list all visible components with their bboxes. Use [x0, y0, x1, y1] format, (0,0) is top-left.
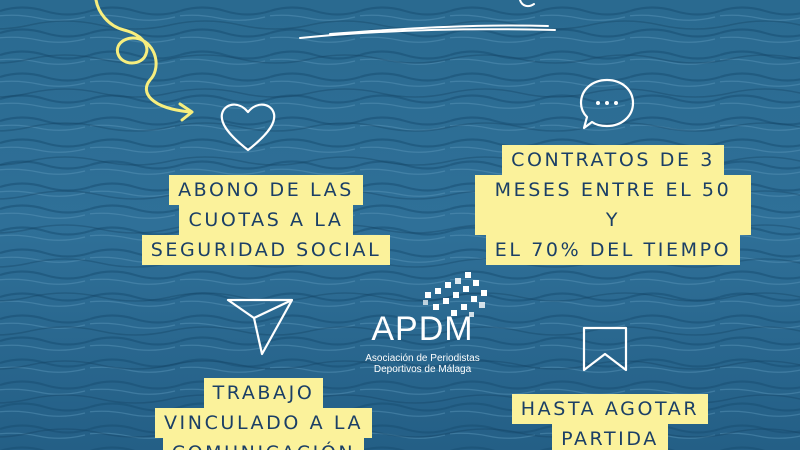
logo-subtitle-line: Deportivos de Málaga [373, 364, 472, 375]
benefit-line: CUOTAS A LA [179, 205, 353, 235]
benefit-line: PARTIDA [552, 424, 668, 450]
benefit-line: HASTA AGOTAR [511, 394, 709, 424]
benefit-line: CONTRATOS DE 3 [502, 145, 724, 175]
benefit-label-hasta: HASTA AGOTAR PARTIDA [490, 394, 730, 450]
logo-subtitle-line: Asociación de Periodistas [365, 353, 480, 364]
benefit-line: SEGURIDAD SOCIAL [141, 235, 391, 265]
benefit-line: MESES ENTRE EL 50 Y [475, 175, 751, 235]
logo-name: APDM [371, 310, 474, 348]
benefit-label-contratos: CONTRATOS DE 3 MESES ENTRE EL 50 Y EL 70… [475, 145, 751, 265]
benefit-label-trabajo: TRABAJO VINCULADO A LA COMUNICACIÓN [141, 378, 386, 450]
benefit-line: EL 70% DEL TIEMPO [485, 235, 741, 265]
benefit-line: TRABAJO [203, 378, 324, 408]
benefit-line: COMUNICACIÓN [162, 438, 365, 450]
apdm-logo: APDM Asociación de Periodistas Deportivo… [360, 270, 485, 380]
logo-subtitle: Asociación de Periodistas Deportivos de … [360, 353, 485, 375]
benefit-label-abono: ABONO DE LAS CUOTAS A LA SEGURIDAD SOCIA… [141, 175, 391, 265]
poster-canvas: ABONO DE LAS CUOTAS A LA SEGURIDAD SOCIA… [0, 0, 800, 450]
benefit-line: VINCULADO A LA [154, 408, 373, 438]
benefit-line: ABONO DE LAS [169, 175, 363, 205]
